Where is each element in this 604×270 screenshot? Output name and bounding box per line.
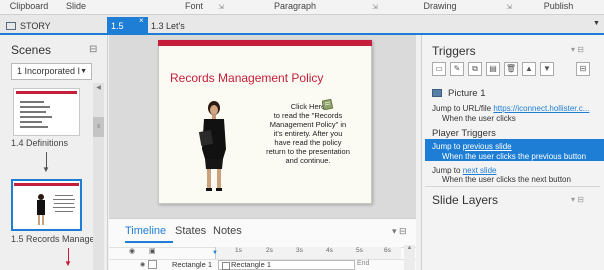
thumbnail-title-bar bbox=[16, 91, 77, 94]
move-trigger-up-icon[interactable]: ▲ bbox=[522, 62, 536, 76]
trigger-options-icon[interactable]: ⊟ bbox=[576, 62, 590, 76]
slide-layers-title: Slide Layers bbox=[432, 193, 499, 207]
previous-slide-link[interactable]: previous slide bbox=[463, 142, 512, 151]
row-visibility-icon[interactable]: ◉ bbox=[140, 261, 145, 268]
ruler-tick: 5s bbox=[356, 247, 363, 254]
trigger-action-text: Jump to bbox=[432, 142, 463, 151]
thumbnail-text-line bbox=[20, 116, 52, 118]
ribbon-group-paragraph[interactable]: Paragraph bbox=[230, 0, 360, 14]
scene-dropdown-value: 1 Incorporated I bbox=[17, 66, 81, 76]
trigger-object-name: Picture 1 bbox=[448, 88, 486, 99]
playhead-icon[interactable]: ▼ bbox=[212, 250, 218, 256]
tab-notes[interactable]: Notes bbox=[213, 225, 242, 237]
ruler-tick: 3s bbox=[296, 247, 303, 254]
thumbnail-text-line bbox=[20, 101, 44, 103]
new-trigger-icon[interactable]: ▭ bbox=[432, 62, 446, 76]
thumbnail-text-line bbox=[20, 121, 42, 123]
visibility-eye-icon[interactable]: ◉ bbox=[129, 247, 135, 255]
thumbnail-woman-figure bbox=[37, 194, 45, 225]
trigger-condition-text: When the user clicks bbox=[442, 114, 516, 123]
ruler-tick: 1s bbox=[235, 247, 242, 254]
edit-trigger-icon[interactable]: ✎ bbox=[450, 62, 464, 76]
story-tabs: STORY VIEW 1.5 Records M... × 1.3 Let's … bbox=[0, 15, 604, 67]
thumbnail-text-line bbox=[53, 207, 75, 208]
drawing-dialog-launcher-icon[interactable]: ⇲ bbox=[506, 3, 512, 11]
thumbnail-text-line bbox=[54, 203, 74, 204]
thumbnail-title-bar bbox=[14, 183, 79, 186]
businesswoman-image[interactable] bbox=[196, 99, 232, 195]
move-trigger-down-icon[interactable]: ▼ bbox=[540, 62, 554, 76]
tab-timeline[interactable]: Timeline bbox=[125, 225, 174, 243]
picture-icon bbox=[432, 89, 442, 97]
slide-thumbnail-label-records: 1.5 Records Manage... bbox=[11, 234, 103, 244]
timeline-object-bar[interactable]: Rectangle 1 bbox=[218, 260, 355, 270]
scenes-scrollbar[interactable] bbox=[93, 83, 104, 270]
thumbnail-text-line bbox=[20, 126, 48, 128]
trigger-url-link[interactable]: https://iconnect.hollister.c... bbox=[493, 104, 589, 113]
tab-story-view[interactable]: STORY VIEW bbox=[2, 17, 70, 49]
arrow-down-icon: ▼ bbox=[42, 165, 50, 174]
paragraph-dialog-launcher-icon[interactable]: ⇲ bbox=[372, 3, 378, 11]
player-triggers-heading: Player Triggers bbox=[432, 128, 496, 139]
row-lock-checkbox[interactable] bbox=[148, 260, 157, 269]
scene-dropdown[interactable]: 1 Incorporated I ▼ bbox=[11, 63, 92, 80]
arrow-down-icon: ▼ bbox=[64, 259, 72, 268]
timeline-object-bar-label: Rectangle 1 bbox=[231, 260, 272, 269]
scroll-up-icon[interactable]: ◀ bbox=[93, 84, 104, 91]
ribbon-group-labels: Clipboard Slide Font ⇲ Paragraph ⇲ Drawi… bbox=[0, 0, 604, 15]
slide-title-bar bbox=[158, 40, 372, 46]
tab-menu-icon[interactable]: ▼ bbox=[593, 20, 600, 27]
chevron-down-icon: ▼ bbox=[80, 68, 87, 75]
paste-trigger-icon[interactable]: ▤ bbox=[486, 62, 500, 76]
scenes-pin-icon[interactable]: ⊟ bbox=[89, 44, 97, 55]
timeline-scrollbar[interactable]: ▲ bbox=[404, 245, 415, 270]
panel-divider bbox=[425, 186, 600, 187]
timeline-ruler[interactable] bbox=[215, 247, 401, 259]
next-slide-link[interactable]: next slide bbox=[463, 166, 497, 175]
slide-thumbnail-definitions[interactable] bbox=[13, 88, 80, 136]
ruler-tick: 6s bbox=[384, 247, 391, 254]
timeline-end-marker[interactable]: End bbox=[357, 260, 369, 267]
slide-thumbnail-label-definitions: 1.4 Definitions bbox=[11, 138, 69, 148]
ruler-tick: 4s bbox=[326, 247, 333, 254]
triggers-title: Triggers bbox=[432, 44, 476, 58]
trigger-action-text: Jump to URL/file bbox=[432, 104, 494, 113]
ribbon-group-clipboard[interactable]: Clipboard bbox=[0, 0, 58, 14]
delete-trigger-icon[interactable]: 🗑 bbox=[504, 62, 518, 76]
ruler-tick: 2s bbox=[266, 247, 273, 254]
trigger-url-action[interactable]: Jump to URL/file https://iconnect.hollis… bbox=[432, 104, 589, 113]
thumbnail-text-line bbox=[20, 111, 46, 113]
font-dialog-launcher-icon[interactable]: ⇲ bbox=[218, 3, 224, 11]
trigger-object-row[interactable]: Picture 1 bbox=[432, 88, 486, 99]
timeline-panel-controls[interactable]: ▾ ⊟ bbox=[392, 226, 407, 237]
ribbon-group-publish[interactable]: Publish bbox=[513, 0, 604, 14]
tab-lets-review[interactable]: 1.3 Let's review bbox=[147, 17, 207, 49]
thumbnail-text-line bbox=[55, 195, 73, 196]
copy-trigger-icon[interactable]: ⧉ bbox=[468, 62, 482, 76]
thumbnail-text-line bbox=[55, 211, 73, 212]
tab-states[interactable]: States bbox=[175, 225, 206, 237]
slide-thumbnail-records[interactable] bbox=[11, 179, 82, 231]
slide-title[interactable]: Records Management Policy bbox=[170, 71, 323, 85]
scrollbar-thumb[interactable]: ≡ bbox=[93, 117, 104, 137]
trigger-action-text: Jump to bbox=[432, 166, 463, 175]
trigger-condition-text: When the user clicks the next button bbox=[442, 175, 571, 184]
scenes-title: Scenes bbox=[11, 43, 52, 57]
slide-body-text[interactable]: Click Here to read the "Records Manageme… bbox=[258, 102, 358, 165]
story-view-icon bbox=[6, 22, 16, 30]
ribbon-group-drawing[interactable]: Drawing bbox=[385, 0, 495, 14]
slide-layers-controls[interactable]: ▾ ⊟ bbox=[571, 195, 584, 204]
ribbon-group-slide[interactable]: Slide bbox=[58, 0, 94, 14]
triggers-panel-controls[interactable]: ▾ ⊟ bbox=[571, 45, 584, 54]
trigger-previous-action[interactable]: Jump to previous slide bbox=[432, 142, 512, 151]
timeline-row-name: Rectangle 1 bbox=[172, 260, 213, 269]
lock-icon[interactable]: ▣ bbox=[149, 247, 156, 255]
thumbnail-text-line bbox=[53, 199, 75, 200]
close-tab-icon[interactable]: × bbox=[139, 16, 144, 25]
thumbnail-text-line bbox=[20, 106, 50, 108]
document-note-icon[interactable] bbox=[322, 99, 334, 110]
trigger-next-action[interactable]: Jump to next slide bbox=[432, 166, 496, 175]
trigger-condition-text: When the user clicks the previous button bbox=[442, 152, 587, 161]
